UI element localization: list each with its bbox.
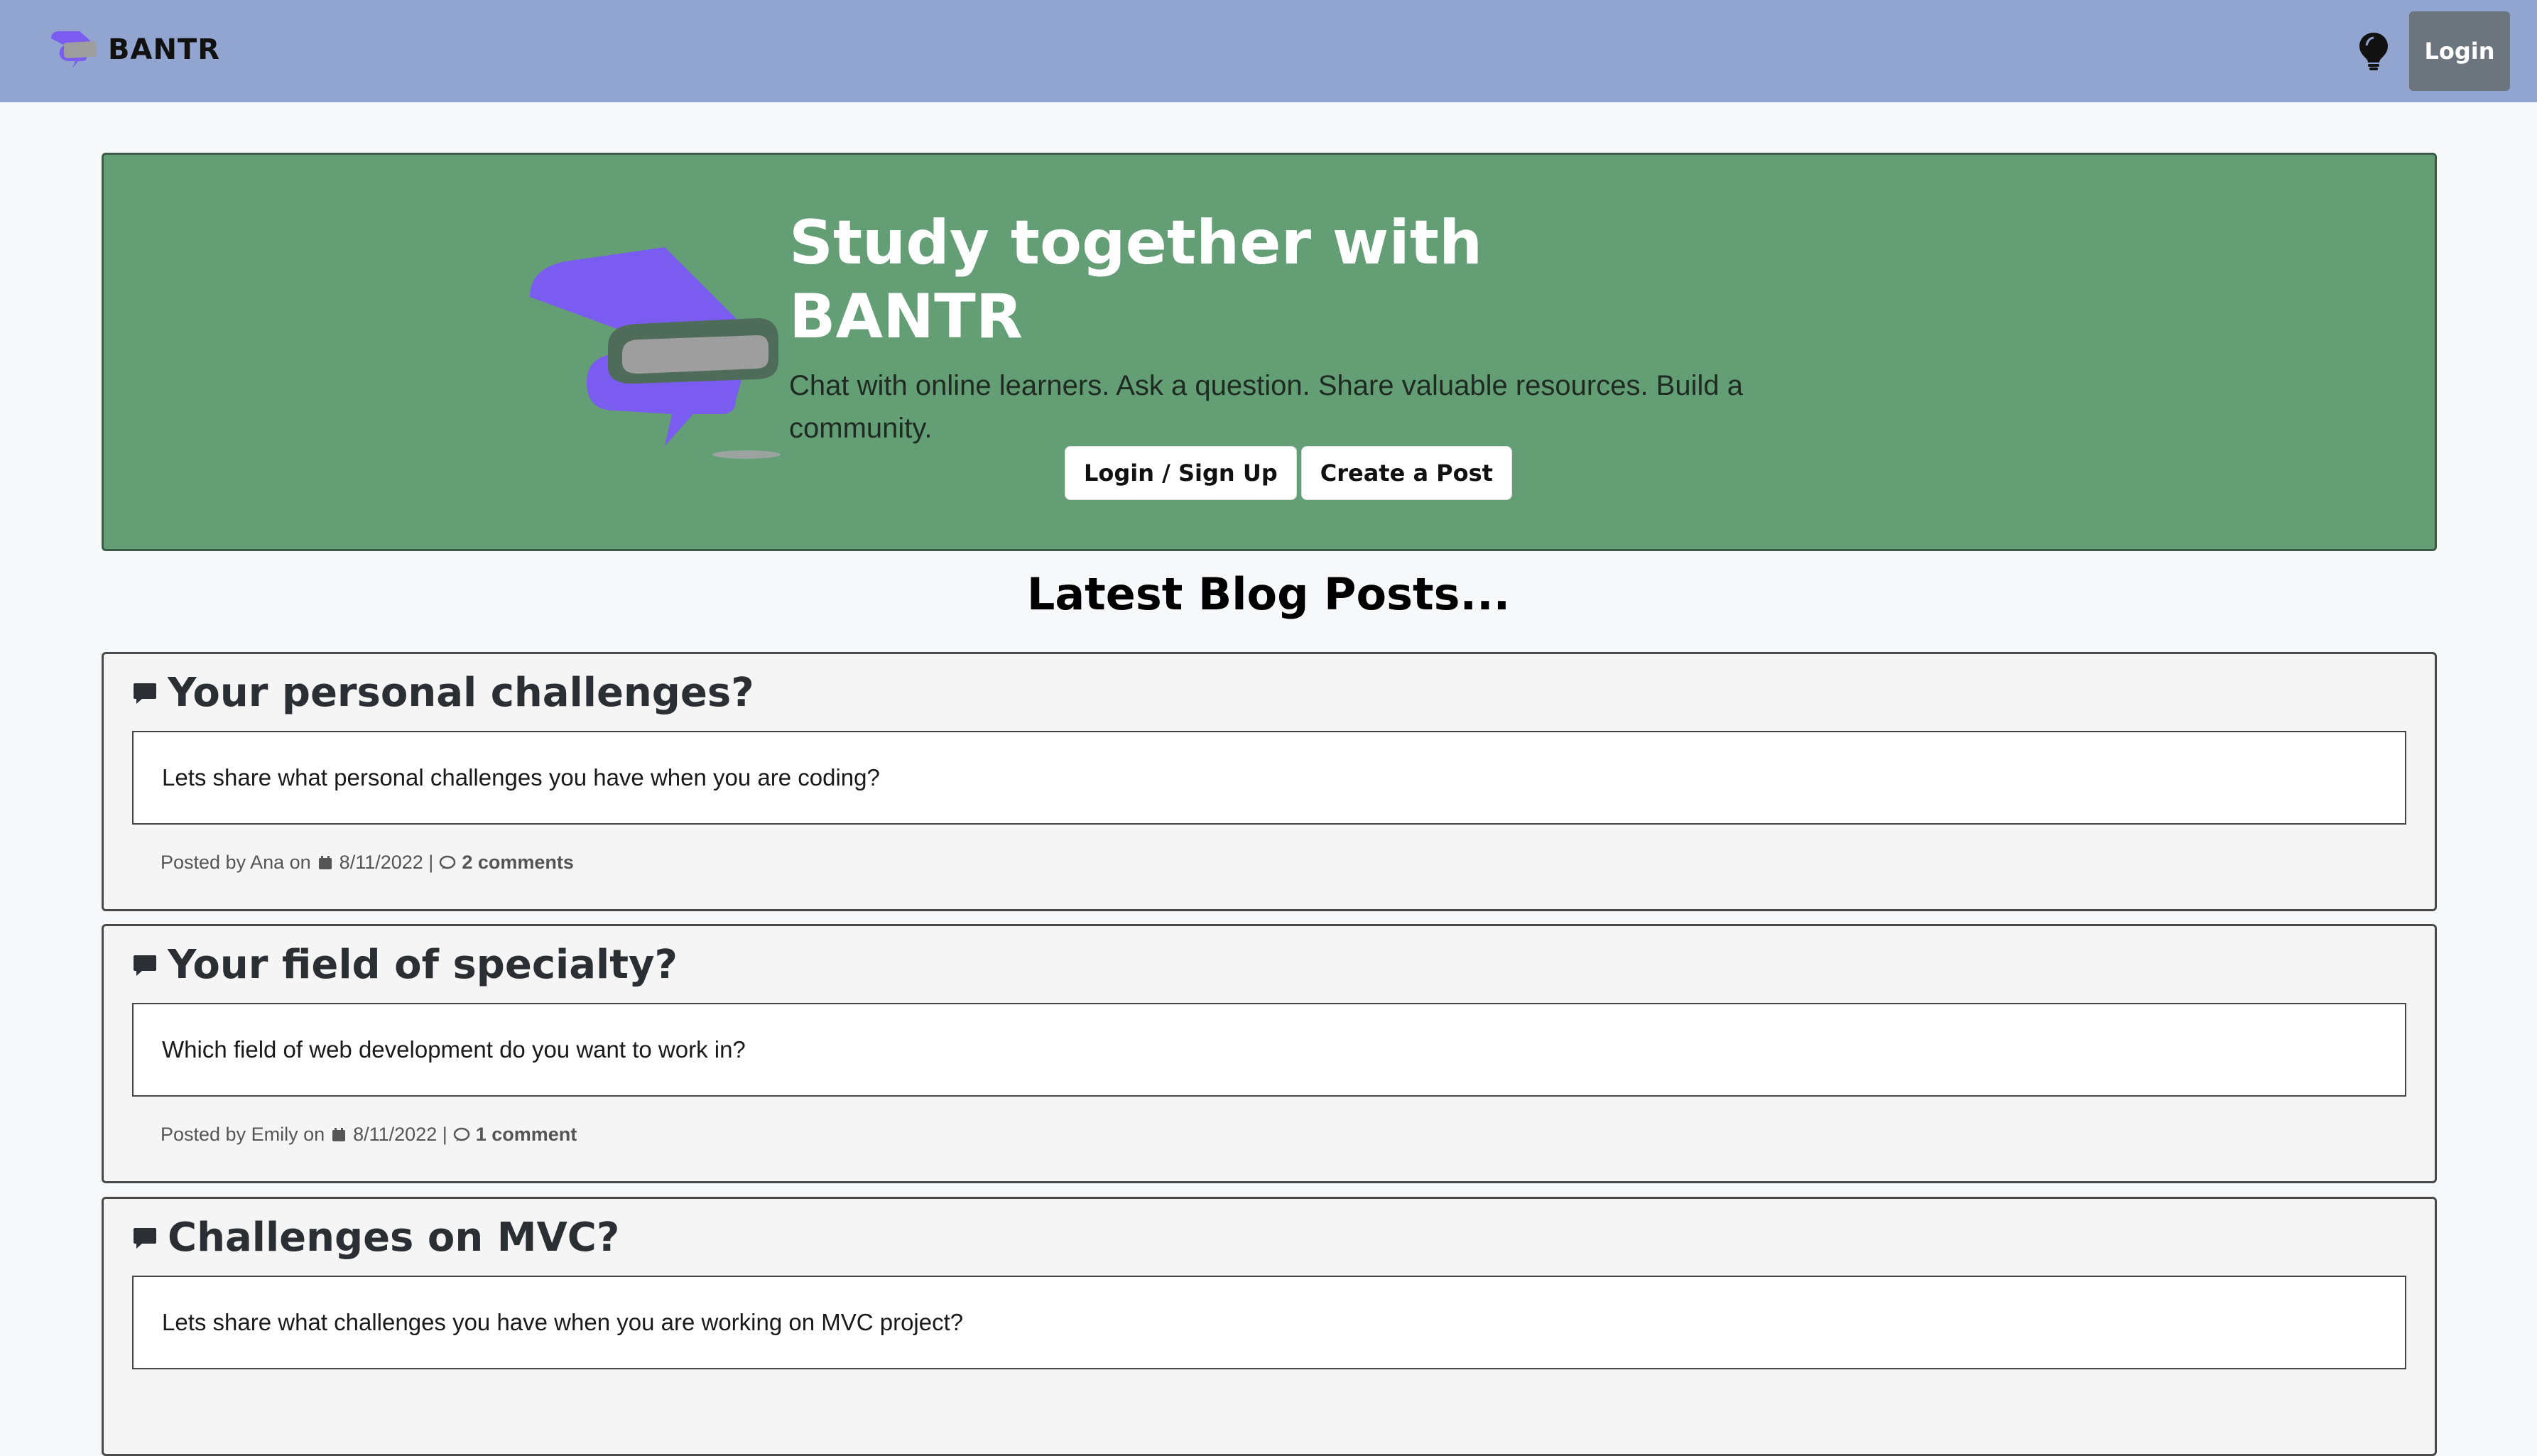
hero-actions: Login / Sign Up Create a Post	[1065, 446, 1512, 500]
hero-subtitle: Chat with online learners. Ask a questio…	[789, 370, 1743, 444]
login-signup-button[interactable]: Login / Sign Up	[1065, 446, 1297, 500]
comments-link[interactable]: 2 comments	[439, 852, 574, 874]
post-date: 8/11/2022 |	[339, 852, 434, 873]
post-meta: Posted by Ana on 8/11/2022 | 2 comments	[161, 852, 574, 874]
post-body: Lets share what challenges you have when…	[132, 1276, 2406, 1369]
login-button[interactable]: Login	[2409, 11, 2510, 91]
post-meta: Posted by Emily on 8/11/2022 | 1 comment	[161, 1124, 577, 1146]
post-card: Your personal challenges? Lets share wha…	[102, 652, 2437, 911]
post-body: Lets share what personal challenges you …	[132, 731, 2406, 825]
post-author: Posted by Emily on	[161, 1124, 325, 1145]
hero-title: Study together with BANTR	[789, 207, 1483, 352]
bantr-book-logo-icon	[530, 247, 781, 459]
calendar-icon	[332, 1127, 346, 1141]
post-card: Your field of specialty? Which field of …	[102, 924, 2437, 1183]
comments-count: 2 comments	[462, 852, 574, 873]
comment-icon	[453, 1127, 469, 1141]
brand-name: BANTR	[108, 33, 221, 66]
post-title-link[interactable]: Your personal challenges?	[132, 670, 754, 716]
brand-link[interactable]: BANTR	[47, 28, 220, 71]
post-card: Challenges on MVC? Lets share what chall…	[102, 1197, 2437, 1456]
comments-link[interactable]: 1 comment	[453, 1124, 577, 1146]
post-author: Posted by Ana on	[161, 852, 311, 873]
post-title: Challenges on MVC?	[168, 1215, 620, 1261]
post-body: Which field of web development do you wa…	[132, 1003, 2406, 1097]
section-heading: Latest Blog Posts...	[1026, 568, 1511, 620]
hero-banner: Study together with BANTR Chat with onli…	[102, 153, 2437, 551]
comment-icon	[440, 855, 456, 869]
post-title-link[interactable]: Your field of specialty?	[132, 942, 678, 988]
create-post-button[interactable]: Create a Post	[1300, 446, 1512, 500]
post-date: 8/11/2022 |	[353, 1124, 447, 1145]
navbar: BANTR Login	[0, 0, 2537, 102]
bantr-logo-icon	[51, 31, 97, 68]
post-title: Your field of specialty?	[168, 942, 678, 988]
comments-count: 1 comment	[475, 1124, 577, 1145]
speech-bubble-icon	[134, 1227, 156, 1249]
speech-bubble-icon	[134, 955, 156, 976]
speech-bubble-icon	[134, 683, 156, 704]
post-title-link[interactable]: Challenges on MVC?	[132, 1215, 619, 1261]
post-title: Your personal challenges?	[168, 670, 754, 716]
calendar-icon	[318, 855, 332, 869]
lightbulb-icon[interactable]	[2357, 31, 2391, 71]
